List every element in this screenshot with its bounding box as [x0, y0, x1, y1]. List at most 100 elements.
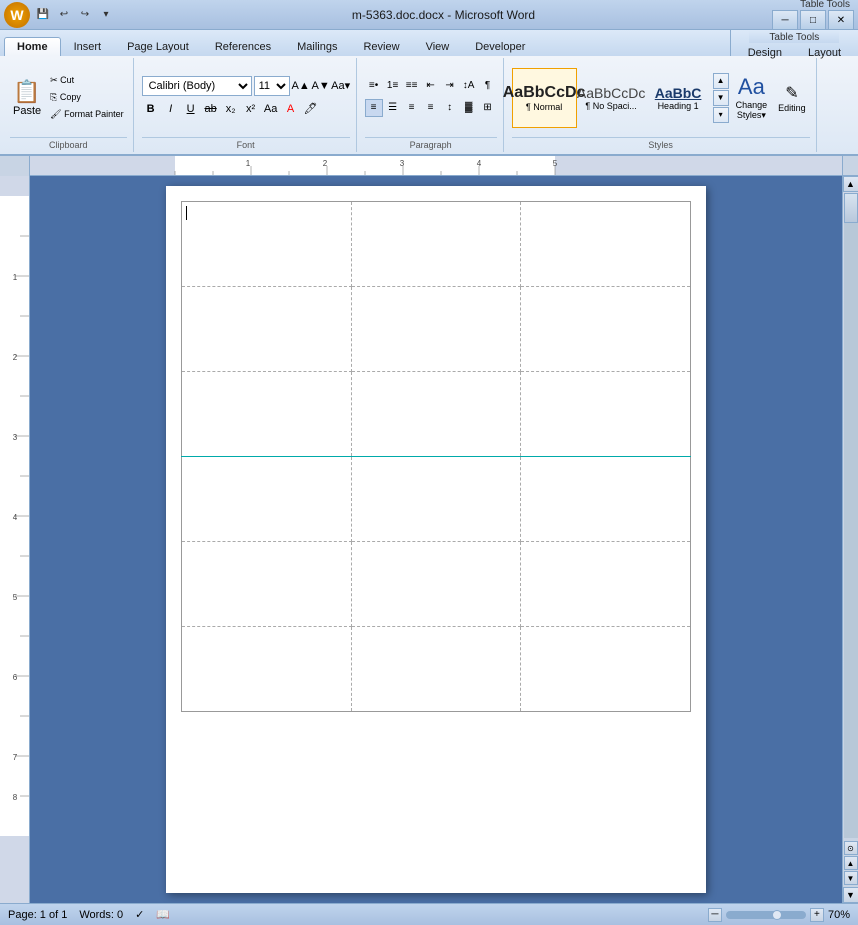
change-case-button[interactable]: Aa▾ [332, 77, 350, 95]
table-cell[interactable] [351, 627, 521, 712]
minimize-button[interactable]: ─ [772, 10, 798, 30]
document-table[interactable] [181, 201, 691, 712]
zoom-thumb[interactable] [772, 910, 782, 920]
tab-page-layout[interactable]: Page Layout [114, 37, 202, 56]
align-center-button[interactable]: ☰ [384, 99, 402, 117]
table-cell[interactable] [521, 287, 691, 372]
table-cell[interactable] [521, 457, 691, 542]
style-scroll-more[interactable]: ▾ [713, 107, 729, 123]
tab-layout[interactable]: Layout [795, 43, 854, 62]
office-button[interactable]: W [4, 2, 30, 28]
document-area[interactable] [30, 176, 842, 903]
bullets-button[interactable]: ≡• [365, 77, 383, 95]
table-tools-section: Table Tools Design Layout [730, 30, 858, 56]
tab-developer[interactable]: Developer [462, 37, 538, 56]
scroll-track [844, 193, 858, 838]
table-cell[interactable] [351, 287, 521, 372]
format-painter-button[interactable]: 🖌 Format Painter [47, 107, 126, 122]
editing-label: Editing [778, 103, 806, 113]
table-cell[interactable] [521, 202, 691, 287]
highlight-button[interactable]: 🖊 [302, 100, 320, 118]
scroll-down-button[interactable]: ▼ [843, 887, 858, 903]
tab-view[interactable]: View [413, 37, 463, 56]
underline-button[interactable]: U [182, 100, 200, 118]
italic-button[interactable]: I [162, 100, 180, 118]
tab-insert[interactable]: Insert [61, 37, 115, 56]
grow-font-button[interactable]: A▲ [292, 77, 310, 95]
editing-button[interactable]: ✎ Editing [774, 79, 810, 117]
cut-button[interactable]: ✂ Cut [47, 73, 126, 88]
font-color-button[interactable]: A [282, 100, 300, 118]
style-scroll-up[interactable]: ▲ [713, 73, 729, 89]
table-cell[interactable] [351, 372, 521, 457]
zoom-in-button[interactable]: + [810, 908, 824, 922]
redo-button[interactable]: ↪ [76, 6, 94, 24]
clear-format-button[interactable]: Aa [262, 100, 280, 118]
check-icon[interactable]: ✓ [135, 908, 144, 921]
scroll-thumb[interactable] [844, 193, 858, 223]
table-cell[interactable] [351, 542, 521, 627]
prev-page-button[interactable]: ▲ [844, 856, 858, 870]
change-styles-button[interactable]: Aa ChangeStyles▾ [732, 70, 772, 125]
numbering-button[interactable]: 1≡ [384, 77, 402, 95]
borders-button[interactable]: ⊞ [479, 99, 497, 117]
multilevel-button[interactable]: ≡≡ [403, 77, 421, 95]
status-bar: Page: 1 of 1 Words: 0 ✓ 📖 ─ + 70% [0, 903, 858, 925]
copy-button[interactable]: ⎘ Copy [47, 90, 126, 105]
select-browse-button[interactable]: ⊙ [844, 841, 858, 855]
table-cell[interactable] [182, 627, 352, 712]
scroll-up-button[interactable]: ▲ [843, 176, 858, 192]
table-cell[interactable] [521, 542, 691, 627]
tab-mailings[interactable]: Mailings [284, 37, 350, 56]
document-page[interactable] [166, 186, 706, 893]
show-hide-button[interactable]: ¶ [479, 77, 497, 95]
justify-button[interactable]: ≡ [422, 99, 440, 117]
tab-review[interactable]: Review [350, 37, 412, 56]
table-cell[interactable] [521, 372, 691, 457]
undo-button[interactable]: ↩ [55, 6, 73, 24]
increase-indent-button[interactable]: ⇥ [441, 77, 459, 95]
restore-button[interactable]: □ [800, 10, 826, 30]
save-button[interactable]: 💾 [34, 6, 52, 24]
style-no-spacing[interactable]: AaBbCcDc ¶ No Spaci... [579, 68, 644, 128]
paste-button[interactable]: 📋 Paste [10, 76, 44, 120]
table-cell[interactable] [182, 457, 352, 542]
bold-button[interactable]: B [142, 100, 160, 118]
style-normal[interactable]: AaBbCcDc ¶ Normal [512, 68, 577, 128]
tab-references[interactable]: References [202, 37, 284, 56]
style-normal-label: ¶ Normal [526, 102, 562, 112]
shading-button[interactable]: ▓ [460, 99, 478, 117]
subscript-button[interactable]: x₂ [222, 100, 240, 118]
font-size-select[interactable]: 11 [254, 76, 290, 96]
decrease-indent-button[interactable]: ⇤ [422, 77, 440, 95]
zoom-out-button[interactable]: ─ [708, 908, 722, 922]
table-cell[interactable] [182, 542, 352, 627]
zoom-slider[interactable] [726, 911, 806, 919]
superscript-button[interactable]: x² [242, 100, 260, 118]
table-cell[interactable] [351, 202, 521, 287]
tab-design[interactable]: Design [735, 43, 795, 62]
shrink-font-button[interactable]: A▼ [312, 77, 330, 95]
ruler-svg: 1 2 3 4 5 [30, 156, 842, 175]
align-right-button[interactable]: ≡ [403, 99, 421, 117]
svg-text:1: 1 [246, 159, 251, 168]
customize-button[interactable]: ▾ [97, 6, 115, 24]
line-spacing-button[interactable]: ↕ [441, 99, 459, 117]
table-cell[interactable] [351, 457, 521, 542]
table-cell[interactable] [182, 287, 352, 372]
table-cell[interactable] [521, 627, 691, 712]
book-icon[interactable]: 📖 [156, 908, 170, 921]
style-scroll-down[interactable]: ▼ [713, 90, 729, 106]
strikethrough-button[interactable]: ab [202, 100, 220, 118]
font-name-select[interactable]: Calibri (Body) [142, 76, 252, 96]
change-styles-label: ChangeStyles▾ [736, 100, 768, 121]
style-heading1[interactable]: AaBbC Heading 1 [646, 68, 711, 128]
table-cell[interactable] [182, 372, 352, 457]
sort-button[interactable]: ↕A [460, 77, 478, 95]
table-cell[interactable] [182, 202, 352, 287]
para-row-1: ≡• 1≡ ≡≡ ⇤ ⇥ ↕A ¶ [365, 77, 497, 95]
next-page-button[interactable]: ▼ [844, 871, 858, 885]
close-button[interactable]: ✕ [828, 10, 854, 30]
tab-home[interactable]: Home [4, 37, 61, 56]
align-left-button[interactable]: ≡ [365, 99, 383, 117]
